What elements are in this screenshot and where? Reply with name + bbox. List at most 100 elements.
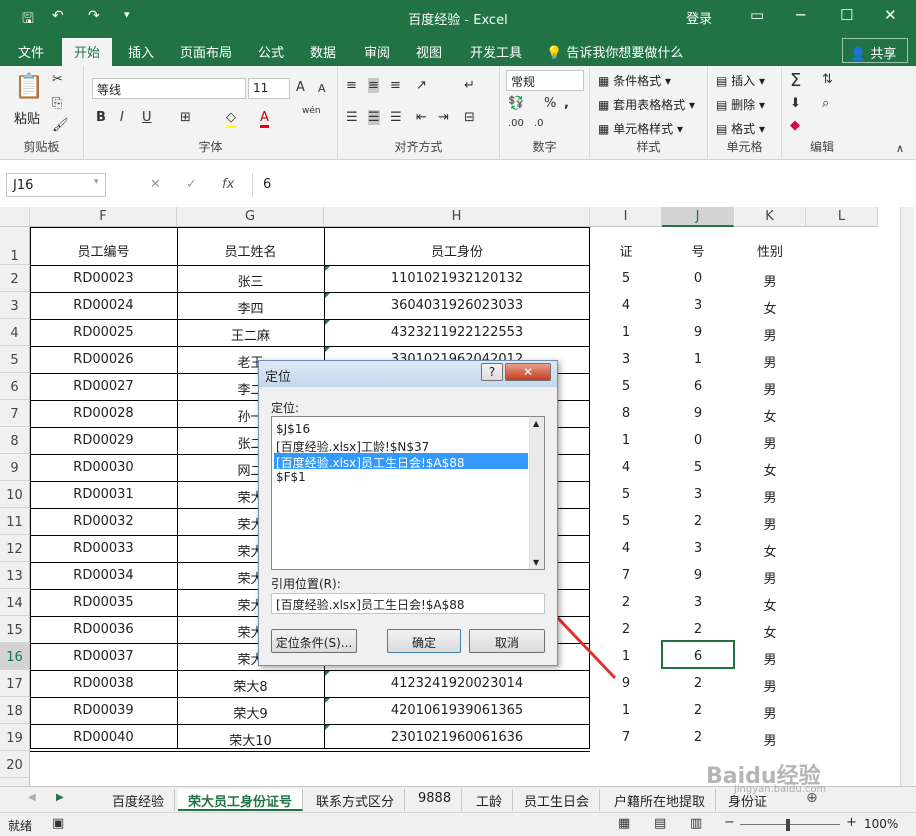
table-cell[interactable]: 2 (590, 589, 662, 616)
border-icon[interactable]: ⊞ (180, 110, 191, 125)
table-cell[interactable]: RD00031 (30, 481, 177, 508)
table-cell[interactable]: 男 (734, 427, 806, 454)
format-cells-button[interactable]: ▤ 格式 ▾ (716, 120, 765, 137)
table-cell[interactable]: 荣大8 (177, 670, 324, 697)
table-cell[interactable]: 男 (734, 724, 806, 751)
login-link[interactable]: 登录 (686, 8, 712, 27)
list-scrollbar[interactable]: ▲ ▼ (529, 417, 544, 569)
row-header[interactable]: 20 (0, 751, 30, 778)
font-name-select[interactable]: 等线 (92, 78, 246, 99)
insert-function-icon[interactable]: fx (222, 177, 234, 192)
fill-icon[interactable]: ⬇ (790, 96, 801, 111)
sheet-tab[interactable]: 百度经验 (102, 789, 176, 811)
confirm-entry-icon[interactable]: ✓ (186, 177, 197, 192)
table-cell[interactable]: 8 (590, 400, 662, 427)
row-header[interactable]: 16 (0, 643, 30, 670)
zoom-out-icon[interactable]: − (724, 815, 735, 830)
table-cell[interactable]: 5 (590, 373, 662, 400)
currency-icon[interactable]: 💱 (508, 96, 524, 111)
table-cell[interactable]: 3 (590, 346, 662, 373)
tab-formulas[interactable]: 公式 (258, 42, 284, 61)
table-cell[interactable]: 1 (590, 643, 662, 670)
table-cell[interactable]: 男 (734, 508, 806, 535)
italic-icon[interactable]: I (120, 110, 124, 125)
table-cell[interactable]: RD00024 (30, 292, 177, 319)
table-cell[interactable]: RD00028 (30, 400, 177, 427)
minimize-icon[interactable]: ─ (796, 6, 805, 24)
header-cell-gender[interactable]: 性别 (734, 227, 806, 265)
zoom-in-icon[interactable]: + (846, 815, 857, 830)
table-cell[interactable]: 男 (734, 562, 806, 589)
paste-label[interactable]: 粘贴 (14, 108, 40, 127)
row-header[interactable]: 5 (0, 346, 30, 373)
table-cell[interactable]: 9 (590, 670, 662, 697)
comma-icon[interactable]: , (564, 96, 569, 111)
fill-color-icon[interactable]: ◇ (226, 110, 236, 128)
tell-me-box[interactable]: 💡 告诉我你想要做什么 (546, 42, 683, 61)
font-color-icon[interactable]: A (260, 110, 269, 128)
table-cell[interactable]: 5 (590, 481, 662, 508)
align-left-icon[interactable]: ☰ (346, 110, 358, 125)
grow-font-icon[interactable]: A (296, 80, 305, 95)
bold-icon[interactable]: B (96, 110, 106, 125)
table-cell[interactable]: 男 (734, 265, 806, 292)
vertical-scrollbar[interactable] (900, 207, 914, 786)
paste-icon[interactable]: 📋 (14, 72, 44, 100)
col-header-i[interactable]: I (590, 207, 662, 227)
table-cell[interactable]: 女 (734, 589, 806, 616)
col-header-h[interactable]: H (324, 207, 590, 227)
table-cell[interactable]: 3 (662, 535, 734, 562)
table-cell[interactable]: 男 (734, 643, 806, 670)
table-cell[interactable]: 4 (590, 292, 662, 319)
table-cell[interactable]: 2 (662, 724, 734, 751)
sheet-tab[interactable]: 9888 (408, 789, 463, 811)
share-button[interactable]: 👤 共享 (842, 38, 908, 63)
row-header[interactable]: 19 (0, 724, 30, 751)
cut-icon[interactable]: ✂ (52, 72, 63, 87)
ribbon-options-icon[interactable]: ▭ (750, 6, 764, 24)
align-top-icon[interactable]: ≡ (346, 78, 357, 93)
tab-insert[interactable]: 插入 (128, 42, 154, 61)
table-cell[interactable]: 0 (662, 265, 734, 292)
table-cell[interactable]: 4123241920023014 (324, 670, 590, 697)
align-bottom-icon[interactable]: ≡ (390, 78, 401, 93)
close-icon[interactable]: ✕ (884, 6, 897, 24)
table-cell[interactable]: RD00032 (30, 508, 177, 535)
table-cell[interactable]: 1 (590, 319, 662, 346)
col-header-g[interactable]: G (177, 207, 324, 227)
table-cell[interactable]: 1 (662, 346, 734, 373)
table-cell[interactable]: 张三 (177, 265, 324, 292)
tab-file[interactable]: 文件 (18, 42, 44, 61)
table-cell[interactable]: 4 (590, 454, 662, 481)
table-cell[interactable]: 9 (662, 400, 734, 427)
sheet-tab[interactable]: 员工生日会 (514, 789, 601, 811)
conditional-format-button[interactable]: ▦ 条件格式 ▾ (598, 72, 671, 89)
cell-style-button[interactable]: ▦ 单元格样式 ▾ (598, 120, 683, 137)
row-header[interactable]: 10 (0, 481, 30, 508)
active-cell-j16[interactable] (661, 640, 735, 669)
table-format-button[interactable]: ▦ 套用表格格式 ▾ (598, 96, 695, 113)
delete-cells-button[interactable]: ▤ 删除 ▾ (716, 96, 765, 113)
table-cell[interactable]: 1 (590, 427, 662, 454)
table-cell[interactable]: 1 (590, 697, 662, 724)
prev-sheet-icon[interactable]: ◀ (28, 792, 36, 803)
normal-view-icon[interactable]: ▦ (618, 816, 630, 831)
phonetic-icon[interactable]: wén (302, 106, 321, 116)
page-layout-view-icon[interactable]: ▤ (654, 816, 666, 831)
shrink-font-icon[interactable]: A (318, 82, 326, 95)
table-cell[interactable]: 5 (590, 265, 662, 292)
row-header[interactable]: 8 (0, 427, 30, 454)
row-header[interactable]: 2 (0, 265, 30, 292)
table-cell[interactable]: RD00029 (30, 427, 177, 454)
next-sheet-icon[interactable]: ▶ (56, 792, 64, 803)
row-header[interactable]: 18 (0, 697, 30, 724)
collapse-ribbon-icon[interactable]: ∧ (896, 142, 904, 155)
scroll-down-icon[interactable]: ▼ (533, 558, 539, 567)
tab-page-layout[interactable]: 页面布局 (180, 42, 232, 61)
sheet-tab[interactable]: 户籍所在地提取 (604, 789, 717, 811)
table-cell[interactable]: 3 (662, 292, 734, 319)
table-cell[interactable]: 男 (734, 319, 806, 346)
decrease-decimal-icon[interactable]: .0 (534, 118, 544, 129)
table-cell[interactable]: 女 (734, 454, 806, 481)
ok-button[interactable]: 确定 (387, 629, 461, 653)
